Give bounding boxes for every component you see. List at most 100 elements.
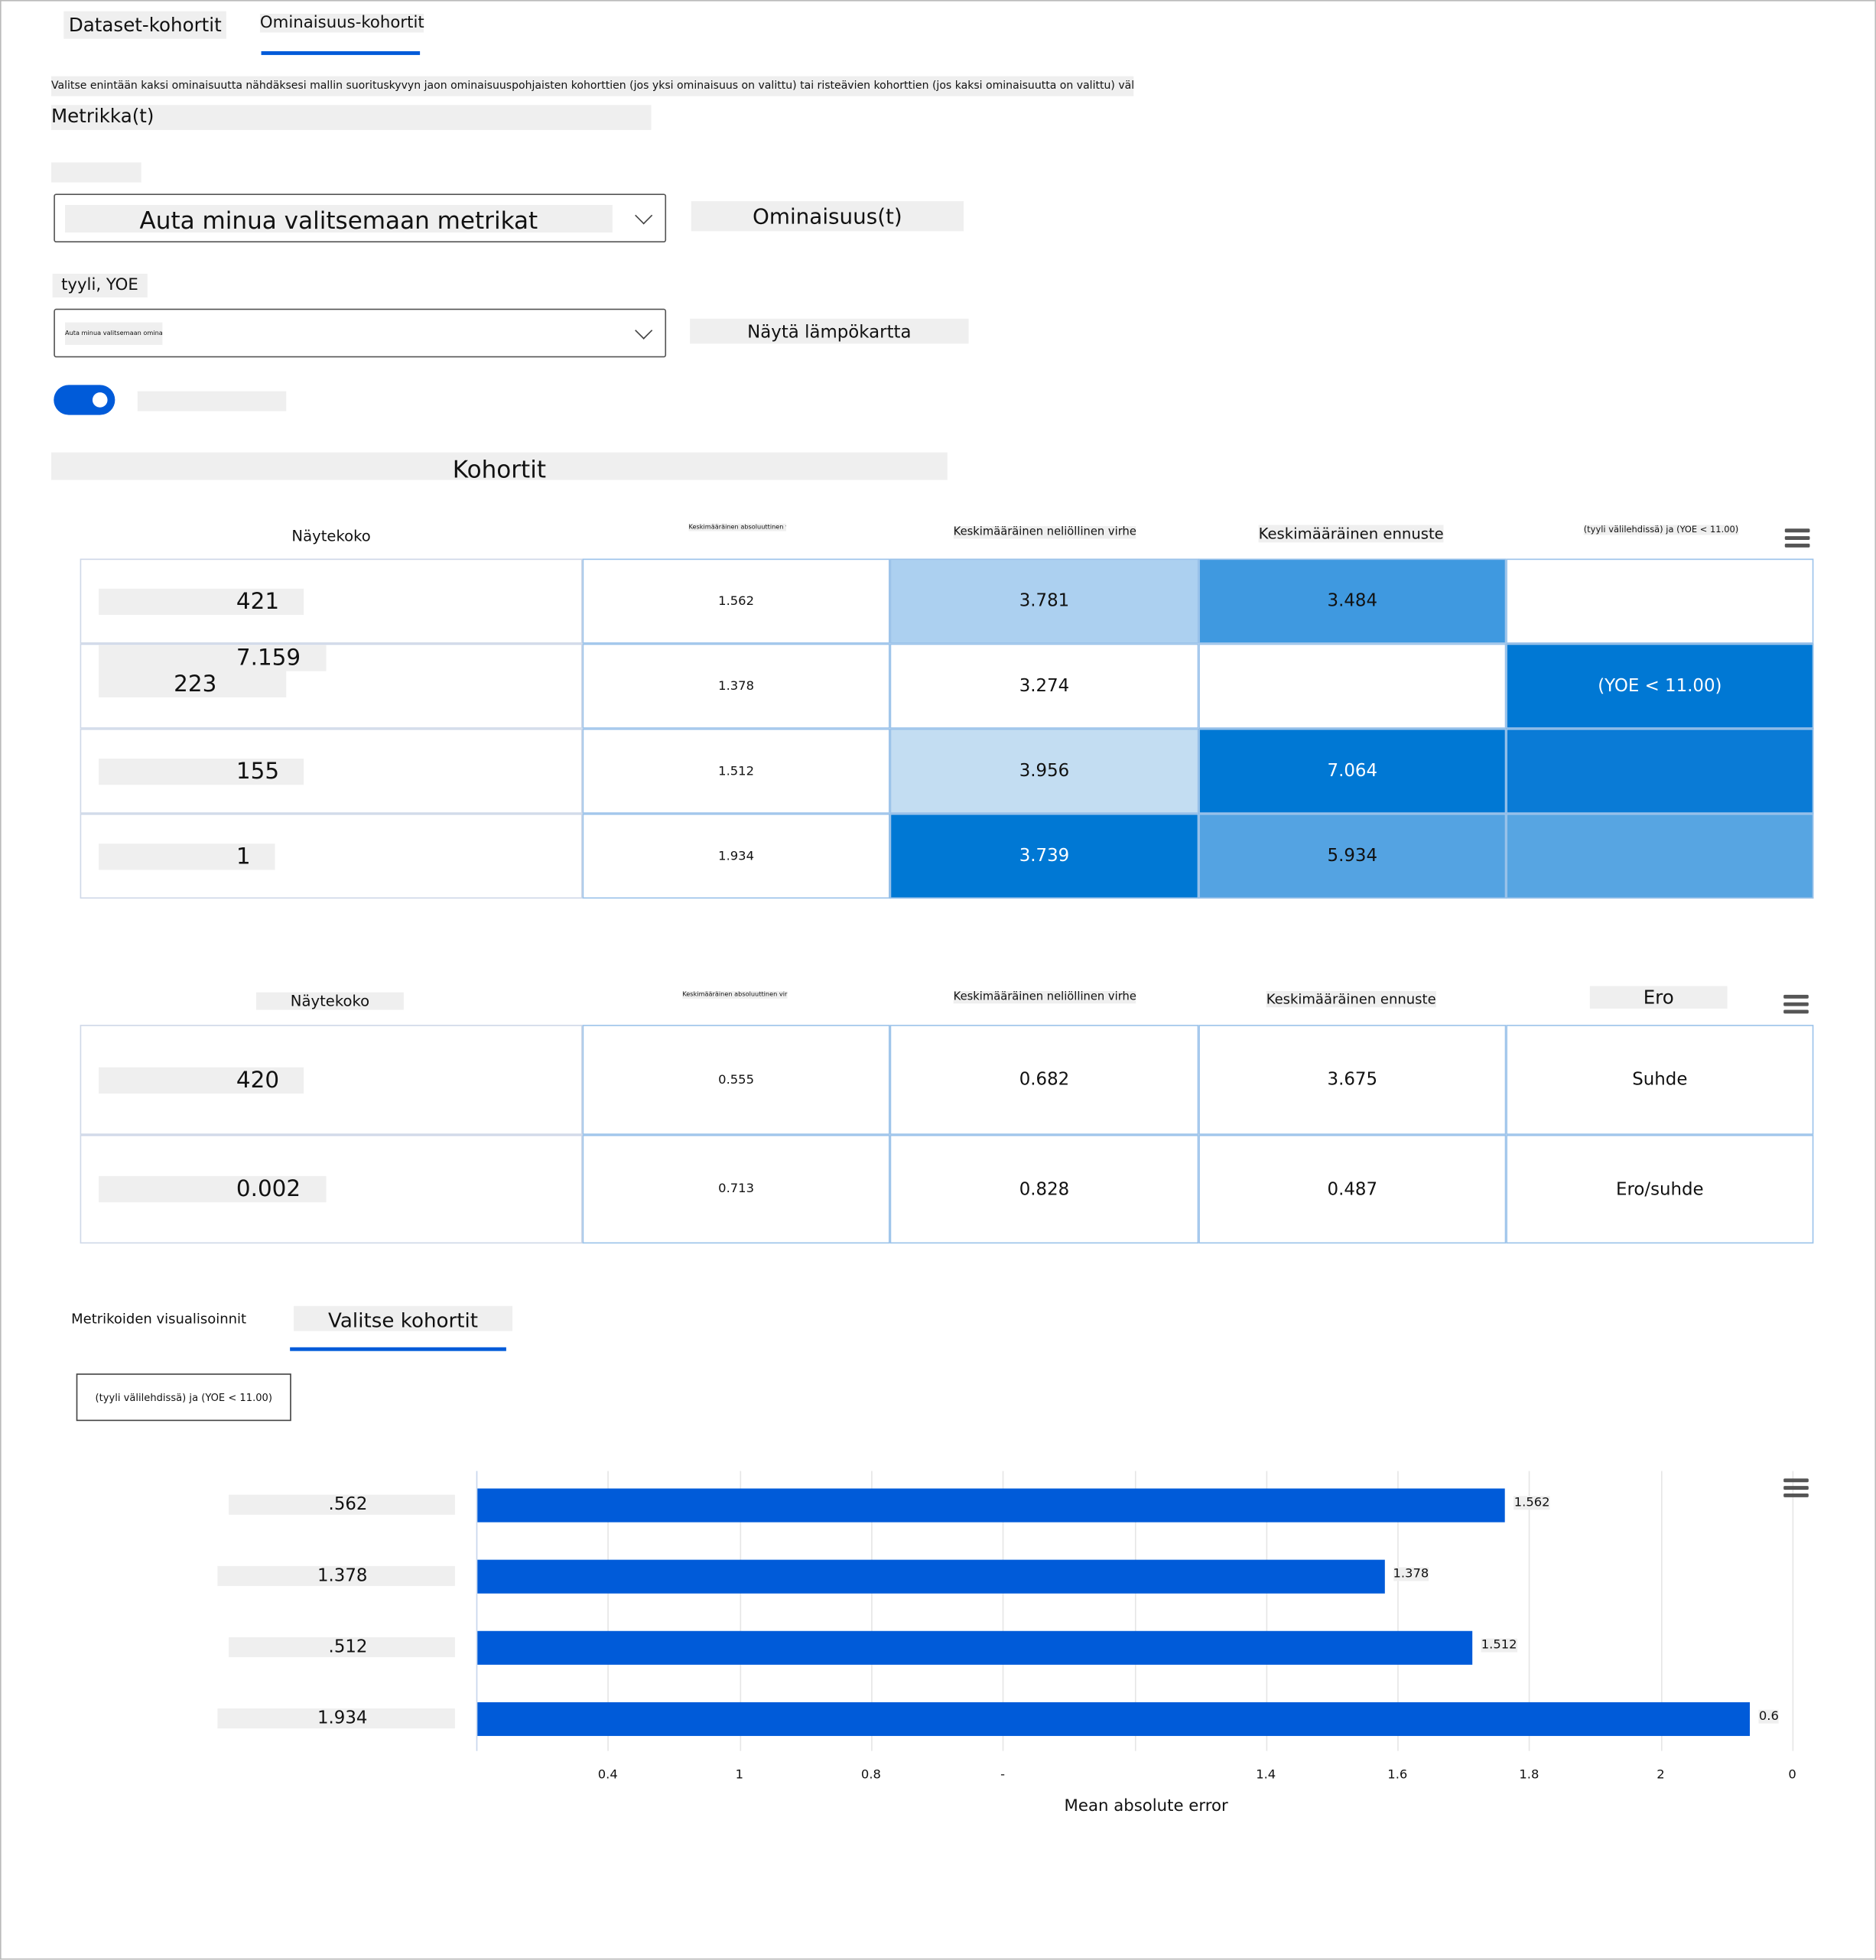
table-cell: 155 (80, 728, 583, 814)
table-cell: 7.159 223 (80, 643, 583, 729)
table-cell (1506, 558, 1814, 644)
metric-value: 3.739 (1019, 846, 1070, 866)
table-menu-icon[interactable] (1784, 528, 1810, 551)
active-tab-indicator (261, 51, 421, 55)
x-tick-label: 1 (735, 1768, 744, 1783)
sample-size-value: 155 (99, 758, 304, 785)
metric-value: 0.682 (1019, 1069, 1070, 1091)
gridline (1792, 1471, 1794, 1751)
table-cell: 3.484 (1198, 558, 1507, 644)
table-cell: 3.675 (1198, 1025, 1507, 1135)
metric-value: 0.555 (718, 1073, 754, 1087)
x-tick-label: 0.8 (860, 1768, 881, 1783)
table-cell: 3.781 (889, 558, 1199, 644)
table-cell: 0.828 (889, 1134, 1199, 1244)
metric-value: 0.487 (1327, 1178, 1378, 1200)
metric-value: 3.781 (1019, 591, 1070, 612)
y-category-label: .512 (228, 1637, 455, 1658)
x-tick-label: - (1000, 1768, 1005, 1783)
metric-value: 7.064 (1327, 761, 1378, 782)
table-cell: 421 (80, 558, 583, 644)
metric-value: 1.512 (718, 764, 754, 778)
bar[interactable] (477, 1702, 1751, 1737)
active-tab-indicator (290, 1347, 506, 1351)
metrics-dropdown[interactable]: Auta minua valitsemaan metrikat (54, 193, 667, 243)
metric-value: Suhde (1632, 1069, 1688, 1091)
bar-value-label: 1.562 (1513, 1496, 1550, 1510)
bar-value-label: 0.6 (1758, 1709, 1779, 1724)
cohort-select-button-label: (tyyli välilehdissä) ja (YOE < 11.00) (95, 1391, 272, 1403)
table-cell: 0.713 (582, 1134, 890, 1244)
col-header-mse: Keskimääräinen neliöllinen virhe (953, 990, 1136, 1004)
x-tick-label: 0.4 (597, 1768, 618, 1783)
metric-value: Ero/suhde (1616, 1178, 1704, 1200)
col-header-mean-prediction: Keskimääräinen ennuste (1266, 990, 1436, 1008)
metric-value: 3.484 (1327, 591, 1378, 612)
sample-size-value: 1 (99, 843, 276, 869)
metric-value: 1.562 (718, 594, 754, 609)
table-menu-icon[interactable] (1783, 994, 1809, 1017)
cohort-select-button[interactable]: (tyyli välilehdissä) ja (YOE < 11.00) (76, 1373, 291, 1422)
bar[interactable] (477, 1630, 1473, 1665)
x-tick-label: 0 (1788, 1768, 1796, 1783)
table-cell: 5.934 (1198, 813, 1507, 899)
metrics-label: Metrikka(t) (51, 105, 652, 130)
table-cell (1506, 813, 1814, 899)
bar[interactable] (477, 1559, 1385, 1594)
x-tick-label: 1.8 (1519, 1768, 1539, 1783)
sample-size-value: 420 (99, 1066, 304, 1094)
table-cell: 3.956 (889, 728, 1199, 814)
selected-features-label: tyyli, YOE (52, 273, 148, 297)
description-text: Valitse enintään kaksi ominaisuutta nähd… (51, 76, 1134, 96)
features-dropdown-placeholder: Auta minua valitsemaan ominaisuudet (64, 322, 163, 346)
sample-size-value: 421 (99, 587, 304, 615)
metric-value: 3.675 (1327, 1069, 1378, 1091)
x-axis-label: Mean absolute error (1064, 1797, 1228, 1816)
table-cell: 420 (80, 1025, 583, 1135)
metrics-helper-text (51, 162, 141, 183)
chevron-down-icon (635, 206, 653, 224)
table-cell: 1 (80, 813, 583, 899)
table-cell (1198, 643, 1507, 729)
chevron-down-icon (635, 320, 653, 340)
features-dropdown[interactable]: Auta minua valitsemaan ominaisuudet (54, 308, 667, 358)
table-cell: 0.682 (889, 1025, 1199, 1135)
table-cell (1506, 728, 1814, 814)
metric-value: 3.956 (1019, 761, 1070, 782)
tab-metric-visualizations[interactable]: Metrikoiden visualisoinnit (71, 1311, 246, 1327)
table-cell: 1.934 (582, 813, 890, 899)
table-cell: 1.378 (582, 643, 890, 729)
metric-value: (YOE < 11.00) (1598, 676, 1722, 697)
metric-value: 1.378 (718, 679, 754, 694)
table-cell: 0.002 (80, 1134, 583, 1244)
y-category-label: .562 (228, 1494, 455, 1515)
heatmap-toggle[interactable] (54, 385, 115, 415)
table-cell: 1.512 (582, 728, 890, 814)
tab-feature-cohorts[interactable]: Ominaisuus-kohortit (259, 13, 424, 33)
x-tick-label: 1.6 (1387, 1768, 1408, 1783)
x-tick-label: 1.4 (1256, 1768, 1276, 1783)
col-header-mae: Keskimääräinen absoluuttinen virhe (688, 523, 786, 531)
y-category-label: 1.378 (217, 1565, 455, 1586)
bar[interactable] (477, 1488, 1506, 1523)
features-label: Ominaisuus(t) (691, 201, 964, 232)
col-header-sample-size: Näytekoko (291, 527, 371, 545)
table-cell: 1.562 (582, 558, 890, 644)
metric-value: 5.934 (1327, 846, 1378, 866)
tab-select-cohorts[interactable]: Valitse kohortit (294, 1305, 513, 1332)
chart-menu-icon[interactable] (1783, 1478, 1809, 1500)
toggle-knob (92, 392, 108, 408)
metric-value: 3.274 (1019, 676, 1070, 697)
metric-value: 0.713 (718, 1182, 754, 1197)
table-cell: 7.064 (1198, 728, 1507, 814)
bar-value-label: 1.378 (1393, 1567, 1429, 1581)
col-header-difference: Ero (1589, 986, 1728, 1009)
toggle-helper-text (137, 391, 287, 411)
bar-value-label: 1.512 (1481, 1638, 1517, 1653)
table-cell: Ero/suhde (1506, 1134, 1814, 1244)
tab-dataset-cohorts[interactable]: Dataset-kohortit (63, 11, 227, 39)
table-cell: 0.555 (582, 1025, 890, 1135)
col-header-cohort: (tyyli välilehdissä) ja (YOE < 11.00) (1583, 525, 1739, 535)
metric-value: 0.828 (1019, 1178, 1070, 1200)
show-heatmap-label: Näytä lämpökartta (690, 318, 969, 344)
